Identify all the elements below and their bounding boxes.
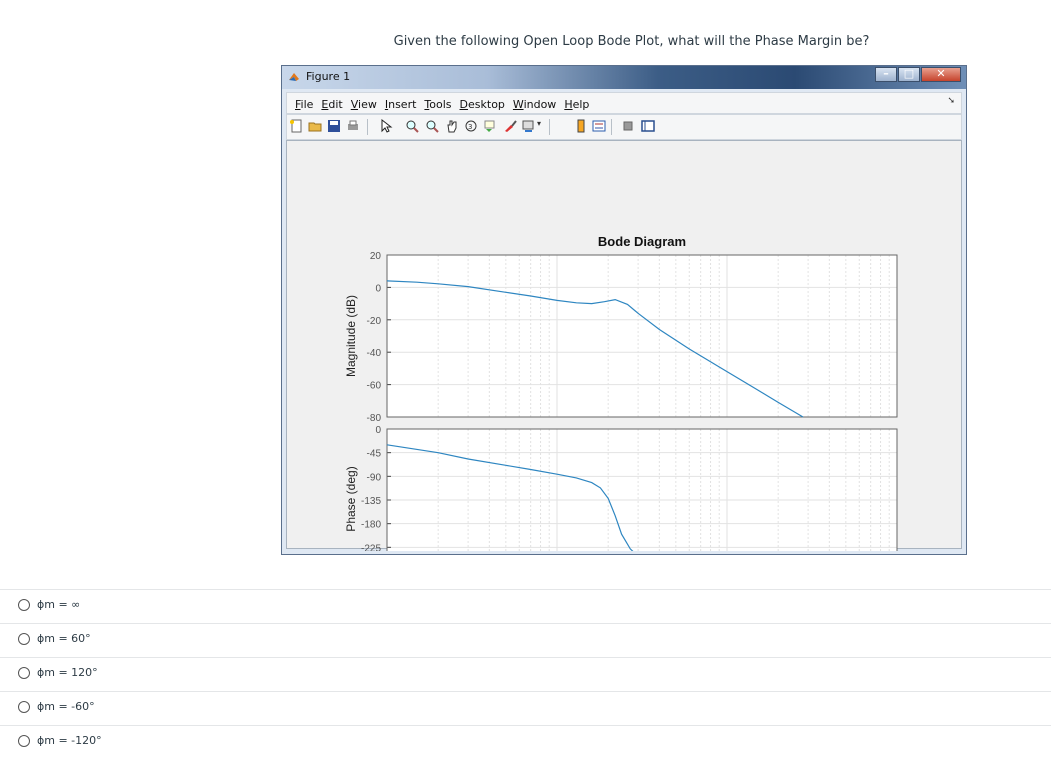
menu-edit[interactable]: Edit	[321, 98, 342, 111]
toolbar-separator	[549, 119, 550, 135]
colorbar-icon[interactable]	[574, 119, 588, 133]
menu-view[interactable]: View	[351, 98, 377, 111]
chart-title: Bode Diagram	[598, 234, 686, 249]
close-icon: ✕	[936, 67, 946, 80]
open-file-icon[interactable]	[308, 119, 322, 133]
question-text: Given the following Open Loop Bode Plot,…	[393, 34, 870, 49]
answer-label: ϕm = -120°	[37, 734, 102, 747]
legend-icon[interactable]	[592, 119, 606, 133]
menu-bar: File Edit View Insert Tools Desktop Window Help…	[286, 92, 962, 114]
pan-icon[interactable]	[445, 119, 459, 133]
minimize-button[interactable]: –	[875, 67, 897, 82]
answer-label: ϕm = ∞	[37, 598, 81, 611]
answer-label: ϕm = -60°	[37, 700, 95, 713]
answer-label: ϕm = 120°	[37, 666, 98, 679]
menu-window[interactable]: Window	[513, 98, 556, 111]
phase-y-tick-label: -180	[361, 520, 381, 531]
menu-insert[interactable]: Insert	[385, 98, 417, 111]
magnitude-y-tick-label: -60	[367, 381, 382, 392]
phase-y-axis-label: Phase (deg)	[344, 466, 358, 531]
magnitude-y-tick-label: -20	[367, 316, 382, 327]
toolbar-separator	[611, 119, 612, 135]
radio-button[interactable]	[18, 701, 30, 713]
phase-y-tick-label: -135	[361, 496, 381, 507]
magnitude-axes-background	[387, 255, 897, 417]
minimize-icon: –	[883, 67, 889, 80]
magnitude-y-tick-label: 0	[375, 283, 381, 294]
link-plot-icon[interactable]	[522, 119, 536, 133]
bode-plot: 20 0 -20 -40 -60 -80 Magnitude (dB) 0 -45 -90 -135…	[344, 234, 898, 551]
answer-option[interactable]: ϕm = 60°	[0, 623, 1051, 657]
dock-arrow-icon[interactable]: ➘	[947, 96, 955, 106]
maximize-button[interactable]: □	[898, 67, 920, 82]
radio-button[interactable]	[18, 735, 30, 747]
toolbar-separator	[367, 119, 368, 135]
matlab-logo-icon	[289, 73, 299, 81]
svg-text:3: 3	[468, 123, 472, 131]
magnitude-y-tick-label: 20	[370, 251, 382, 262]
figure-toolbar: 3 ▾	[286, 114, 962, 140]
window-titlebar[interactable]: Figure 1 – □ ✕	[282, 66, 966, 89]
phase-axes-background	[387, 429, 897, 551]
figure-canvas: 20 0 -20 -40 -60 -80 Magnitude (dB) 0 -45 -90 -135…	[286, 140, 962, 551]
brush-dropdown-icon[interactable]: ▾	[537, 119, 541, 128]
rotate-3d-icon[interactable]: 3	[464, 119, 478, 133]
matlab-figure-window: Figure 1 – □ ✕ File Edit View Insert Tools De…	[281, 65, 967, 555]
window-title: Figure 1	[306, 70, 351, 83]
close-button[interactable]: ✕	[921, 67, 961, 82]
magnitude-y-tick-label: -80	[367, 413, 382, 424]
new-figure-icon[interactable]	[289, 119, 303, 133]
phase-y-tick-label: -45	[367, 449, 382, 460]
menu-desktop[interactable]: Desktop	[460, 98, 505, 111]
menu-tools[interactable]: Tools	[424, 98, 451, 111]
answer-label: ϕm = 60°	[37, 632, 91, 645]
data-cursor-icon[interactable]	[483, 119, 497, 133]
save-icon[interactable]	[327, 119, 341, 133]
answer-option[interactable]: ϕm = 120°	[0, 657, 1051, 691]
pointer-icon[interactable]	[379, 119, 393, 133]
zoom-in-icon[interactable]	[405, 119, 419, 133]
phase-y-tick-label: 0	[375, 425, 381, 436]
magnitude-y-tick-label: -40	[367, 348, 382, 359]
menu-file[interactable]: File	[295, 98, 313, 111]
radio-button[interactable]	[18, 667, 30, 679]
hide-plot-tools-icon[interactable]	[621, 119, 635, 133]
maximize-icon: □	[903, 67, 915, 80]
answer-option[interactable]: ϕm = ∞	[0, 589, 1051, 623]
answer-option[interactable]: ϕm = -120°	[0, 725, 1051, 759]
phase-y-tick-label: -90	[367, 472, 382, 483]
menu-help[interactable]: Help	[564, 98, 589, 111]
print-icon[interactable]	[346, 119, 360, 133]
phase-y-tick-label: -225	[361, 543, 381, 551]
radio-button[interactable]	[18, 599, 30, 611]
zoom-out-icon[interactable]	[425, 119, 439, 133]
radio-button[interactable]	[18, 633, 30, 645]
show-plot-tools-icon[interactable]	[641, 119, 655, 133]
brush-icon[interactable]	[503, 119, 517, 133]
answer-list: ϕm = ∞ ϕm = 60° ϕm = 120° ϕm = -60° ϕm = -12…	[0, 589, 1051, 759]
answer-option[interactable]: ϕm = -60°	[0, 691, 1051, 725]
magnitude-y-axis-label: Magnitude (dB)	[344, 295, 358, 377]
